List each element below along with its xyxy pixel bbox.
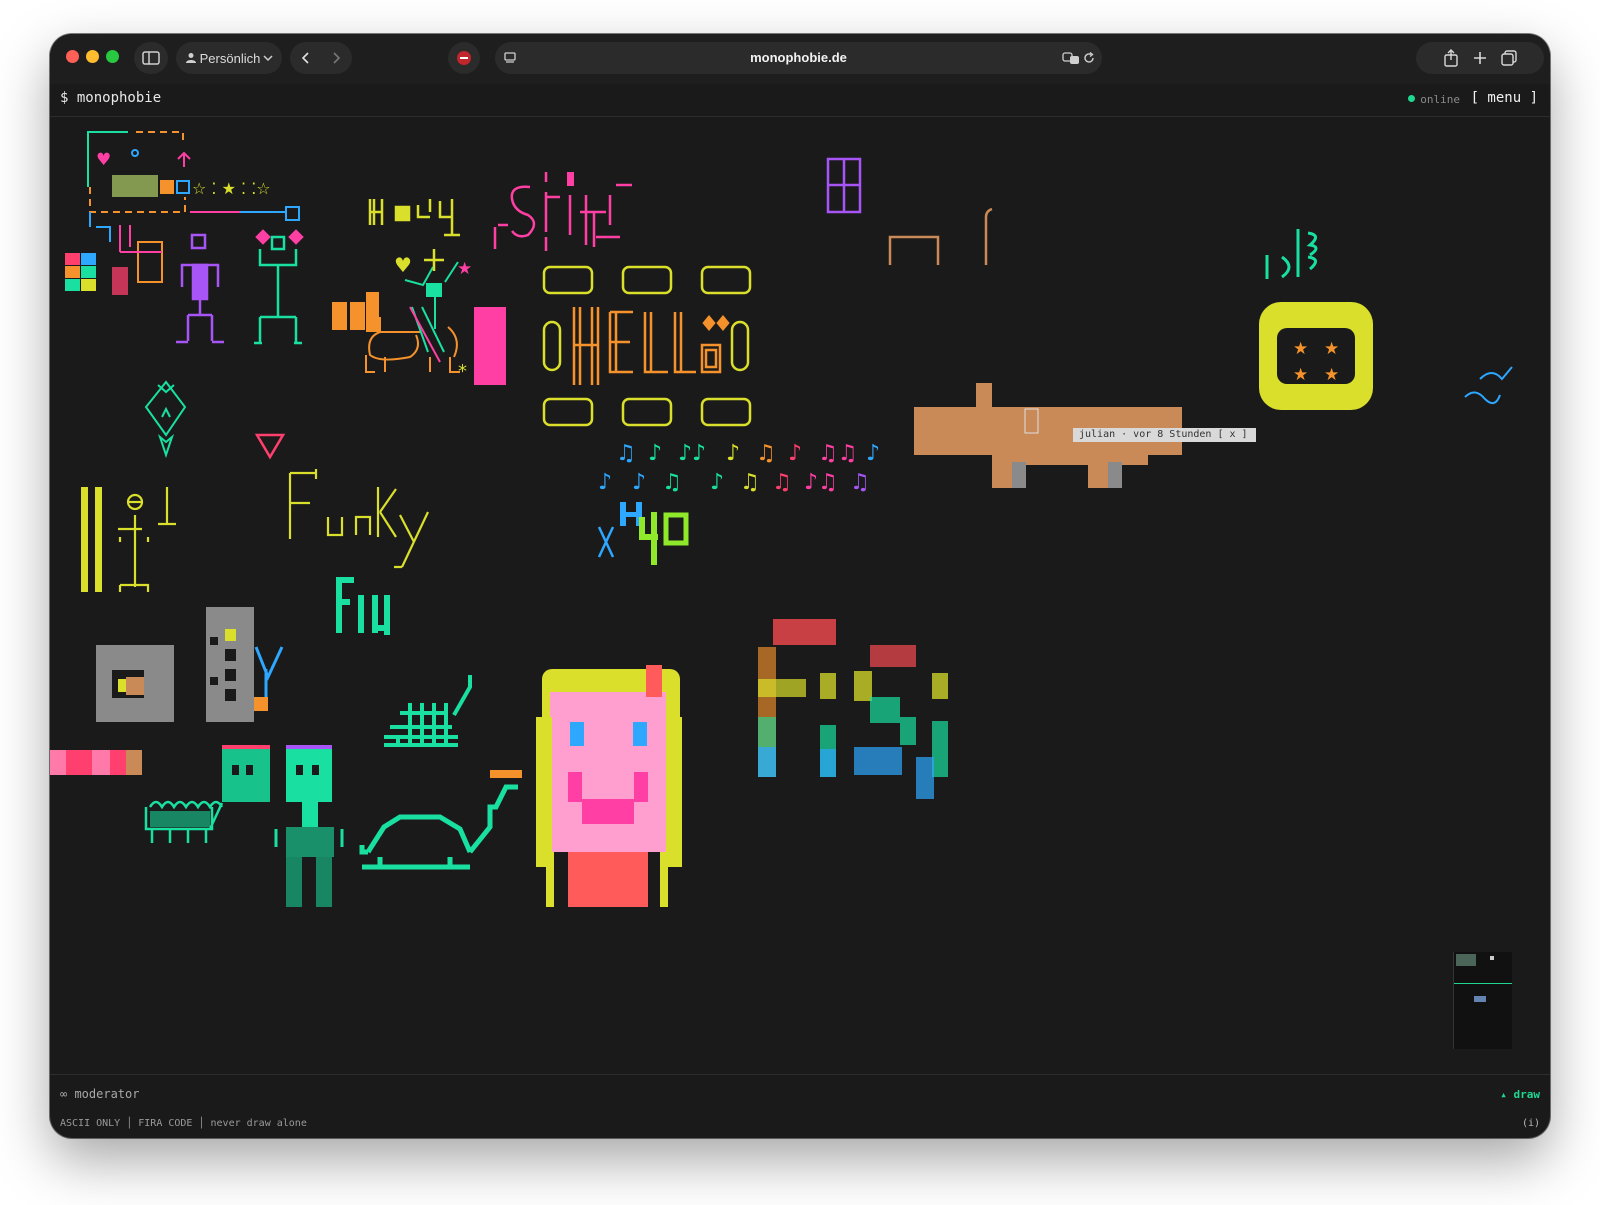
reload-icon[interactable] xyxy=(1082,51,1096,65)
moderator-label: ∞ moderator xyxy=(60,1087,140,1101)
drawing-pink-stripe xyxy=(50,750,142,775)
svg-text:♫: ♫ xyxy=(616,441,636,466)
svg-text:♫: ♫ xyxy=(850,470,870,495)
drawing-gray-building xyxy=(206,607,284,722)
drawing-pink-triangle xyxy=(254,433,286,460)
drawing-green-diamond xyxy=(144,380,187,459)
drawing-teal-figure xyxy=(254,229,304,345)
menu-button[interactable]: [ menu ] xyxy=(1471,90,1538,106)
person-icon xyxy=(185,53,196,63)
drawing-purple-window xyxy=(826,157,862,214)
minimap-cluster xyxy=(1456,954,1476,966)
window-actions xyxy=(1416,42,1544,74)
app-header: $ monophobie online [ menu ] xyxy=(50,84,1550,117)
svg-text:♥: ♥ xyxy=(394,253,412,277)
svg-text:♫: ♫ xyxy=(740,470,760,495)
drawing-gray-box xyxy=(96,645,174,722)
navigation-buttons xyxy=(290,42,352,74)
browser-window: Persönlich monophobie.de $ monophobie on… xyxy=(50,34,1550,1138)
minimize-window-button[interactable] xyxy=(86,50,99,63)
drawing-teal-turtle xyxy=(359,784,518,870)
svg-text:★: ★ xyxy=(1293,339,1308,359)
info-button[interactable]: (i) xyxy=(1522,1118,1540,1129)
svg-text:★: ★ xyxy=(1293,365,1308,385)
forward-icon[interactable] xyxy=(329,51,343,65)
drawing-h-y-text xyxy=(368,199,460,237)
status-line: ASCII ONLY │ FIRA CODE │ never draw alon… xyxy=(60,1118,307,1129)
drawing-author-tooltip[interactable]: julian · vor 8 Stunden [ x ] xyxy=(1073,428,1256,442)
drawing-funky-text xyxy=(288,469,429,569)
drawing-h40 xyxy=(597,502,689,565)
translate-icon[interactable] xyxy=(1062,51,1080,65)
svg-text:♪: ♪ xyxy=(726,441,740,466)
drawing-orange-fox: ♥ ★ * xyxy=(332,249,506,385)
svg-text:*: * xyxy=(458,361,467,382)
minimap-dot xyxy=(1490,956,1494,960)
canvas-minimap[interactable] xyxy=(1453,952,1512,1049)
app-footer: ∞ moderator ▴ draw ASCII ONLY │ FIRA COD… xyxy=(50,1074,1550,1138)
profile-label: Persönlich xyxy=(199,50,261,66)
drawing-blonde-girl xyxy=(536,665,682,907)
drawing-teal-tank xyxy=(384,675,472,747)
zoom-window-button[interactable] xyxy=(106,50,119,63)
drawing-purple-figure xyxy=(176,233,224,344)
heart-icon: ♥ xyxy=(96,150,111,170)
svg-text:★: ★ xyxy=(1324,339,1339,359)
app-prompt-title: $ monophobie xyxy=(60,90,162,106)
minimap-viewport-line xyxy=(1454,983,1512,984)
close-window-button[interactable] xyxy=(66,50,79,63)
drawing-yellow-bars xyxy=(81,487,176,592)
online-dot-icon xyxy=(1408,95,1416,102)
profile-button[interactable]: Persönlich xyxy=(176,42,282,74)
svg-text:♪: ♪ xyxy=(648,441,662,466)
svg-text:♫♫: ♫♫ xyxy=(818,441,857,466)
drawing-blue-waves xyxy=(1464,366,1513,405)
svg-text:★: ★ xyxy=(1324,365,1339,385)
share-icon[interactable] xyxy=(1443,49,1459,67)
minimap-cluster-2 xyxy=(1474,996,1486,1002)
drawing-star-badge: ★ ★ ★ ★ xyxy=(1259,302,1373,410)
plus-icon[interactable] xyxy=(1473,51,1487,65)
drawing-canvas[interactable]: ♥ ☆ ⁚ ★ ⁚ ⁚☆ ♥ ★ * ★ ★ ★ ★ ♫ ♪ ♪♪ ♪ ♫ ♪ … xyxy=(50,117,1550,1074)
drawing-orange-hat xyxy=(490,770,522,778)
drawing-hello-box xyxy=(542,265,752,427)
drawing-color-swatches xyxy=(65,253,128,295)
chevron-down-icon xyxy=(263,55,273,62)
drawing-brown-lines xyxy=(888,207,993,265)
address-bar[interactable]: monophobie.de xyxy=(495,42,1102,74)
drawing-robot-doodle: ♥ ☆ ⁚ ★ ⁚ ⁚☆ xyxy=(87,131,300,283)
browser-toolbar: Persönlich monophobie.de xyxy=(50,34,1550,84)
svg-text:♪: ♪ xyxy=(866,441,880,466)
online-label: online xyxy=(1420,93,1460,106)
svg-text:♪♪: ♪♪ xyxy=(678,441,706,466)
svg-text:★: ★ xyxy=(457,259,472,279)
sidebar-icon xyxy=(142,51,160,65)
svg-text:♫: ♫ xyxy=(662,470,682,495)
canvas-drawings: ♥ ☆ ⁚ ★ ⁚ ⁚☆ ♥ ★ * ★ ★ ★ ★ ♫ ♪ ♪♪ ♪ ♫ ♪ … xyxy=(50,131,1513,907)
svg-text:♫: ♫ xyxy=(756,441,776,466)
drawing-music-notes: ♫ ♪ ♪♪ ♪ ♫ ♪ ♫♫ ♪ ♪ ♪ ♫ ♪ ♫ ♫ ♪♫ ♫ xyxy=(598,441,880,495)
svg-text:♫: ♫ xyxy=(772,470,792,495)
tabs-icon[interactable] xyxy=(1501,50,1517,66)
drawing-shift-text xyxy=(493,172,632,251)
drawing-teal-glyph xyxy=(1265,229,1318,279)
svg-text:♪: ♪ xyxy=(632,470,646,495)
sidebar-toggle-button[interactable] xyxy=(134,42,168,74)
back-icon[interactable] xyxy=(299,51,313,65)
svg-text:☆ ⁚ ★ ⁚ ⁚☆: ☆ ⁚ ★ ⁚ ⁚☆ xyxy=(192,179,271,198)
svg-text:♪♫: ♪♫ xyxy=(804,470,838,495)
shield-icon xyxy=(457,51,471,65)
svg-text:♪: ♪ xyxy=(710,470,724,495)
privacy-shield-button[interactable] xyxy=(448,42,480,74)
drawing-fiji-text xyxy=(336,577,390,635)
svg-text:♪: ♪ xyxy=(598,470,612,495)
draw-button[interactable]: ▴ draw xyxy=(1500,1088,1540,1101)
url-text: monophobie.de xyxy=(750,50,847,65)
drawing-fisy-rainbow xyxy=(758,619,948,799)
online-status: online xyxy=(1408,93,1460,106)
drawing-teal-creatures xyxy=(144,745,344,907)
svg-text:♪: ♪ xyxy=(788,441,802,466)
